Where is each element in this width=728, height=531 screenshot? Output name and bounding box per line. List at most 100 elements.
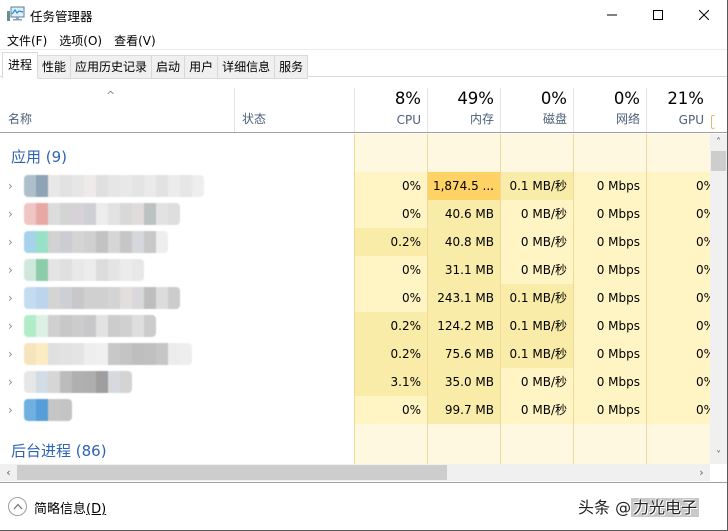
chevron-up-circle-icon	[13, 503, 22, 510]
network-cell: 0 Mbps	[574, 312, 646, 340]
column-disk[interactable]: 0% 磁盘	[500, 88, 573, 132]
cpu-cell: 0.2%	[355, 340, 427, 368]
menu-file[interactable]: 文件(F)	[0, 30, 52, 50]
gpu-total-percent: 21%	[667, 89, 704, 108]
horizontal-scroll-thumb[interactable]	[17, 465, 447, 480]
tab-startup[interactable]: 启动	[152, 55, 186, 79]
blur-pixel	[120, 175, 132, 197]
gpu-cell: 0%	[647, 228, 710, 256]
process-row[interactable]: › 0.2%124.2 MB0.1 MB/秒0 Mbps0%	[0, 312, 710, 340]
blur-pixel	[48, 287, 60, 309]
blur-pixel	[120, 259, 132, 281]
expand-chevron-icon[interactable]: ›	[8, 263, 13, 277]
expand-chevron-icon[interactable]: ›	[8, 235, 13, 249]
tab-app-history[interactable]: 应用历史记录	[71, 55, 153, 79]
process-row[interactable]: ›0%99.7 MB0 MB/秒0 Mbps0%	[0, 396, 710, 424]
memory-cell: 99.7 MB	[428, 396, 500, 424]
blur-pixel	[132, 259, 144, 281]
group-apps[interactable]: 应用 (9)	[0, 134, 354, 172]
process-row[interactable]: › 0.2%40.8 MB0 MB/秒0 Mbps0%	[0, 228, 710, 256]
group-background[interactable]: 后台进程 (86)	[0, 428, 354, 464]
expand-chevron-icon[interactable]: ›	[8, 291, 13, 305]
blur-pixel	[48, 343, 60, 365]
expand-chevron-icon[interactable]: ›	[8, 347, 13, 361]
expand-chevron-icon[interactable]: ›	[8, 207, 13, 221]
tab-details[interactable]: 详细信息	[218, 55, 276, 79]
blur-pixel	[120, 203, 132, 225]
blur-pixel	[60, 343, 72, 365]
column-gpu[interactable]: 21% GPU	[646, 88, 710, 132]
fewer-details-shortcut: (D)	[86, 502, 107, 517]
close-button[interactable]	[681, 0, 727, 30]
scroll-left-button[interactable]: ‹	[0, 464, 17, 481]
blur-pixel	[96, 315, 108, 337]
blurred-process-name	[24, 399, 72, 421]
blurred-process-name	[24, 287, 180, 309]
scroll-up-button[interactable]: ˄	[710, 134, 727, 151]
minimize-button[interactable]	[589, 0, 635, 30]
process-row[interactable]: › 0.2%75.6 MB0.1 MB/秒0 Mbps0%	[0, 340, 710, 368]
vertical-scrollbar[interactable]: ˄ ˅	[710, 134, 727, 464]
blur-pixel	[72, 175, 84, 197]
blur-pixel	[96, 231, 108, 253]
blur-pixel	[108, 231, 120, 253]
blur-pixel	[156, 287, 168, 309]
blur-pixel	[168, 175, 180, 197]
memory-cell: 31.1 MB	[428, 256, 500, 284]
horizontal-scrollbar[interactable]: ‹ ›	[0, 464, 710, 481]
expand-chevron-icon[interactable]: ›	[8, 179, 13, 193]
blur-pixel	[24, 231, 36, 253]
tab-services[interactable]: 服务	[275, 55, 309, 79]
scroll-down-button[interactable]: ˅	[710, 447, 727, 464]
cpu-cell: 0%	[355, 172, 427, 200]
expand-chevron-icon[interactable]: ›	[8, 403, 13, 417]
expand-chevron-icon[interactable]: ›	[8, 375, 13, 389]
blur-pixel	[144, 343, 156, 365]
tab-processes[interactable]: 进程	[2, 52, 39, 79]
blur-pixel	[48, 175, 60, 197]
maximize-button[interactable]	[635, 0, 681, 30]
memory-label: 内存	[469, 112, 494, 126]
scroll-right-button[interactable]: ›	[693, 464, 710, 481]
process-row[interactable]: › 3.1%35.0 MB0 MB/秒0 Mbps0%	[0, 368, 710, 396]
vertical-scroll-thumb[interactable]	[711, 151, 726, 171]
sort-ascending-icon: ^	[106, 89, 116, 102]
column-network[interactable]: 0% 网络	[573, 88, 646, 132]
tab-performance[interactable]: 性能	[38, 55, 72, 79]
menu-view[interactable]: 查看(V)	[107, 30, 161, 50]
disk-label: 磁盘	[542, 112, 567, 126]
blur-pixel	[132, 231, 144, 253]
blur-pixel	[36, 203, 48, 225]
memory-total-percent: 49%	[457, 89, 494, 108]
tab-users[interactable]: 用户	[185, 55, 219, 79]
column-memory[interactable]: 49% 内存	[427, 88, 500, 132]
disk-cell: 0 MB/秒	[501, 368, 573, 396]
column-name[interactable]: ^ 名称	[0, 88, 234, 132]
blur-pixel	[144, 231, 156, 253]
blur-pixel	[132, 175, 144, 197]
column-header: ^ 名称 状态 8% CPU 49% 内存 0% 磁盘 0% 网络 21% GP…	[0, 88, 710, 133]
network-cell: 0 Mbps	[574, 396, 646, 424]
network-total-percent: 0%	[613, 89, 640, 108]
column-status[interactable]: 状态	[234, 88, 354, 132]
menu-options[interactable]: 选项(O)	[52, 30, 107, 50]
blur-pixel	[168, 287, 180, 309]
blur-pixel	[36, 259, 48, 281]
blurred-process-name	[24, 175, 204, 197]
cpu-label: CPU	[396, 113, 421, 127]
gpu-cell: 0%	[647, 396, 710, 424]
process-row[interactable]: ›0%31.1 MB0 MB/秒0 Mbps0%	[0, 256, 710, 284]
process-row[interactable]: ›0%40.6 MB0 MB/秒0 Mbps0%	[0, 200, 710, 228]
blurred-process-name	[24, 259, 144, 281]
blur-pixel	[48, 231, 60, 253]
gpu-cell: 0%	[647, 172, 710, 200]
process-row[interactable]: ›0%1,874.5 ...0.1 MB/秒0 Mbps0%	[0, 172, 710, 200]
fewer-details-button[interactable]	[8, 497, 27, 516]
blur-pixel	[120, 343, 132, 365]
fewer-details-link[interactable]: 简略信息(D)	[34, 498, 106, 517]
blur-pixel	[84, 287, 96, 309]
process-row[interactable]: ›0%243.1 MB0.1 MB/秒0 Mbps0%	[0, 284, 710, 312]
cpu-total-percent: 8%	[394, 89, 421, 108]
expand-chevron-icon[interactable]: ›	[8, 319, 13, 333]
column-cpu[interactable]: 8% CPU	[354, 88, 427, 132]
